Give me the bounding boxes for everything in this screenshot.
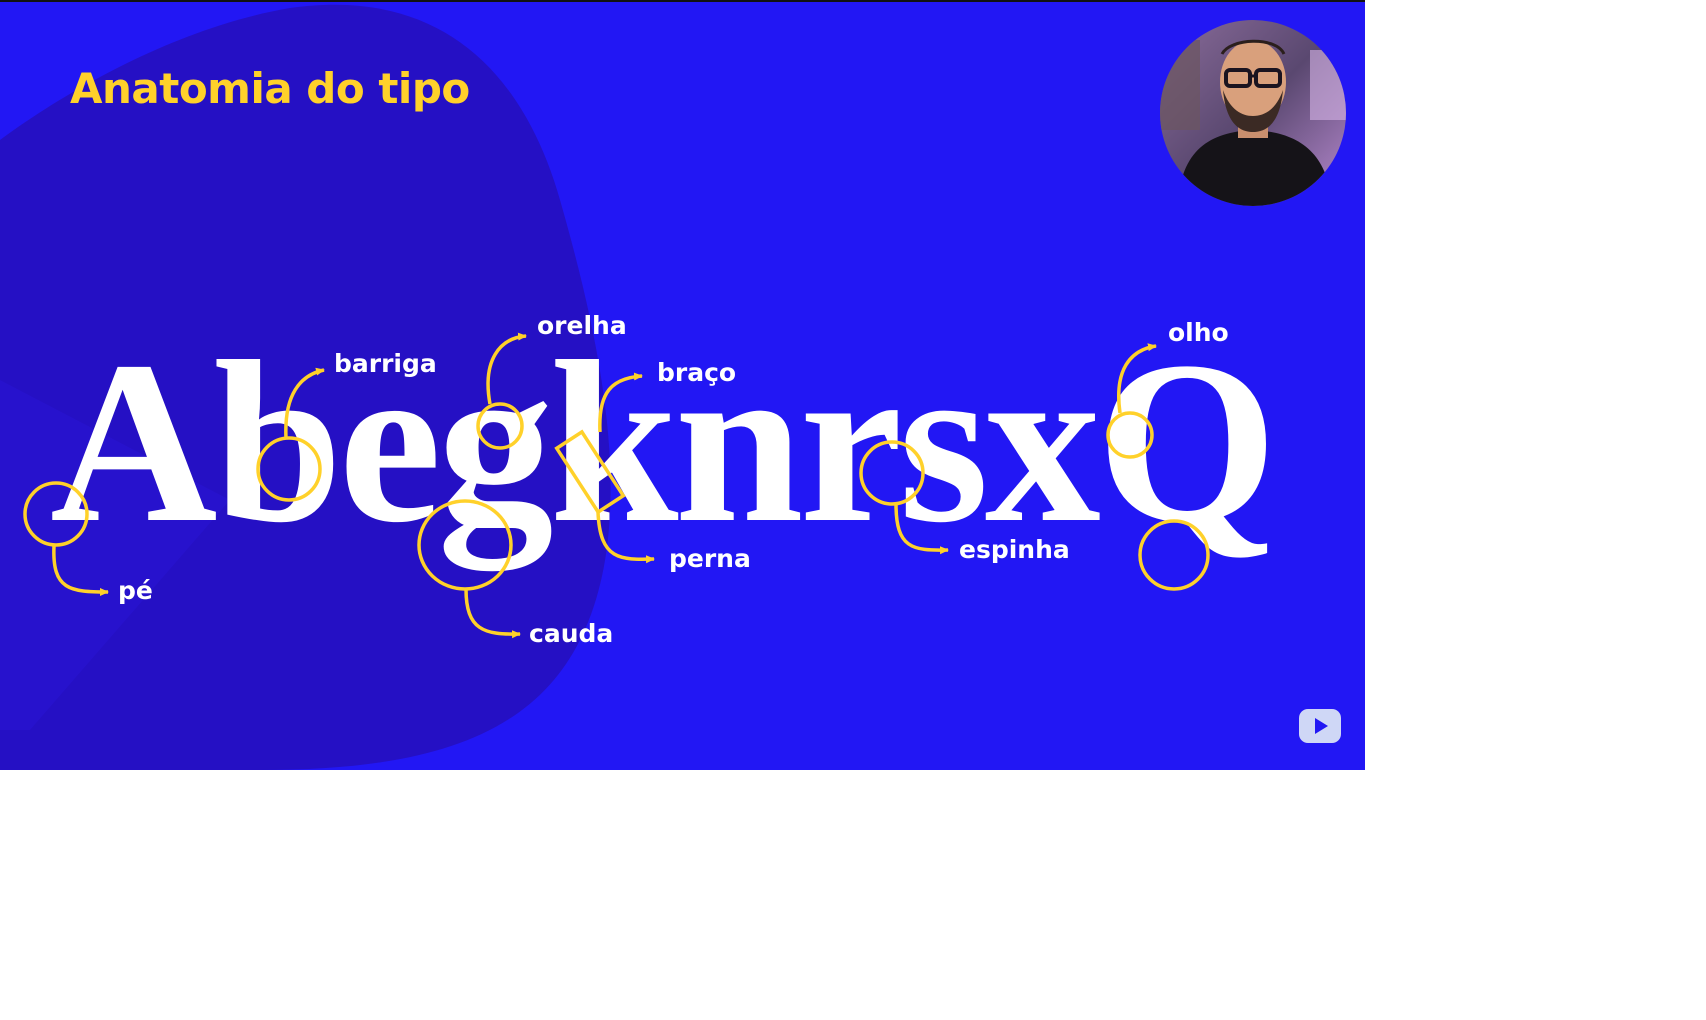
arrow-cauda (464, 588, 521, 639)
arrow-barriga (284, 367, 325, 439)
presenter-avatar (1160, 20, 1346, 206)
circle-pe (23, 481, 89, 547)
arrow-olho (1117, 343, 1157, 414)
youtube-logo-button[interactable] (1299, 709, 1341, 743)
circle-orelha (476, 402, 524, 450)
arrow-perna (596, 511, 655, 564)
label-pe: pé (118, 576, 153, 605)
youtube-play-icon (1315, 718, 1328, 734)
video-frame[interactable]: Anatomia do tipo AbegknrsxQ pé barriga o… (0, 0, 1365, 770)
rect-braco-perna (554, 429, 626, 515)
label-perna: perna (669, 544, 751, 573)
label-espinha: espinha (959, 535, 1070, 564)
presenter-webcam (1160, 20, 1346, 206)
circle-olho (1106, 411, 1154, 459)
circle-barriga (256, 436, 322, 502)
circle-cauda (417, 499, 513, 591)
label-barriga: barriga (334, 349, 437, 378)
arrow-pe (52, 545, 109, 596)
label-orelha: orelha (537, 311, 627, 340)
label-braco: braço (657, 358, 737, 387)
arrow-espinha (894, 503, 949, 555)
arrow-orelha (486, 332, 527, 405)
arrow-braco (598, 372, 643, 433)
label-olho: olho (1168, 318, 1229, 347)
circle-espinha (859, 440, 925, 506)
circle-q-tail (1138, 519, 1210, 591)
label-cauda: cauda (529, 619, 614, 648)
